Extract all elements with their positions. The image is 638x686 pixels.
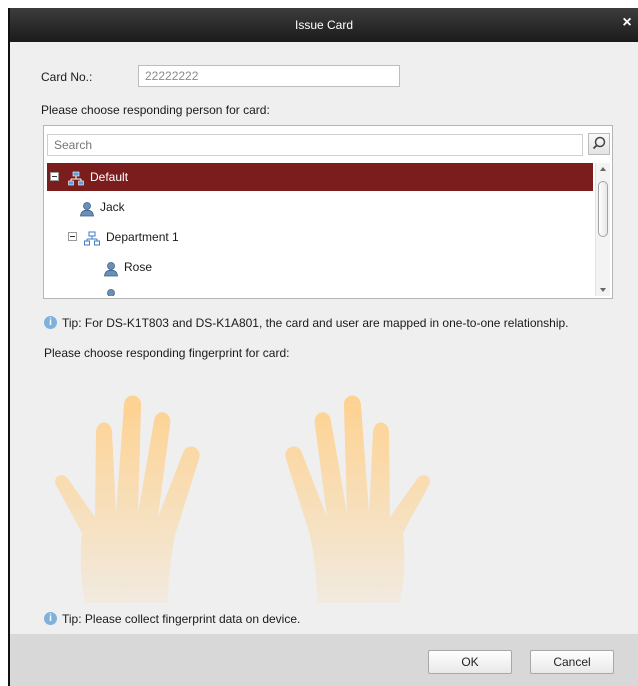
tree-node-label: Rose <box>124 260 153 274</box>
person-icon <box>103 259 119 287</box>
tree-node-label: Default <box>90 170 129 184</box>
right-hand-icon[interactable] <box>285 395 430 603</box>
tree-node-label: Department 1 <box>106 230 179 244</box>
search-button[interactable] <box>588 133 610 155</box>
scrollbar-thumb[interactable] <box>598 181 608 237</box>
scroll-down-icon[interactable] <box>600 288 606 292</box>
tree-node-jack[interactable]: Jack <box>47 193 593 221</box>
scroll-up-icon[interactable] <box>600 167 606 171</box>
issue-card-dialog: Issue Card × Card No.: Please choose res… <box>8 8 638 686</box>
dialog-footer: OK Cancel <box>10 634 638 686</box>
person-prompt: Please choose responding person for card… <box>41 103 270 117</box>
left-hand-icon[interactable] <box>55 395 200 603</box>
fingerprint-tip-text: Tip: Please collect fingerprint data on … <box>62 612 301 626</box>
info-icon: i <box>44 316 57 329</box>
cancel-button[interactable]: Cancel <box>530 650 614 674</box>
search-input[interactable] <box>47 134 583 156</box>
collapse-icon[interactable] <box>68 232 77 241</box>
fingerprint-prompt: Please choose responding fingerprint for… <box>44 346 290 360</box>
info-icon: i <box>44 612 57 625</box>
collapse-icon[interactable] <box>50 172 59 181</box>
close-icon[interactable]: × <box>620 15 634 31</box>
person-tip-text: Tip: For DS-K1T803 and DS-K1A801, the ca… <box>62 316 569 330</box>
tree-node-rose[interactable]: Rose <box>47 253 593 281</box>
person-tree-panel: Default Jack <box>43 125 613 299</box>
title-bar: Issue Card × <box>10 8 638 42</box>
search-icon <box>592 136 606 150</box>
tree-scrollbar[interactable] <box>595 163 610 296</box>
card-number-input[interactable] <box>138 65 400 87</box>
ok-button[interactable]: OK <box>428 650 512 674</box>
hands-fingerprint-area <box>55 395 430 603</box>
card-number-label: Card No.: <box>41 70 93 84</box>
tree-node-label: Jack <box>100 200 125 214</box>
tree-node-default[interactable]: Default <box>47 163 593 191</box>
tree-node-department-1[interactable]: Department 1 <box>47 223 593 251</box>
person-tree: Default Jack Department 1 Rose <box>47 163 593 296</box>
dialog-title: Issue Card <box>294 18 354 32</box>
person-icon <box>103 288 119 296</box>
